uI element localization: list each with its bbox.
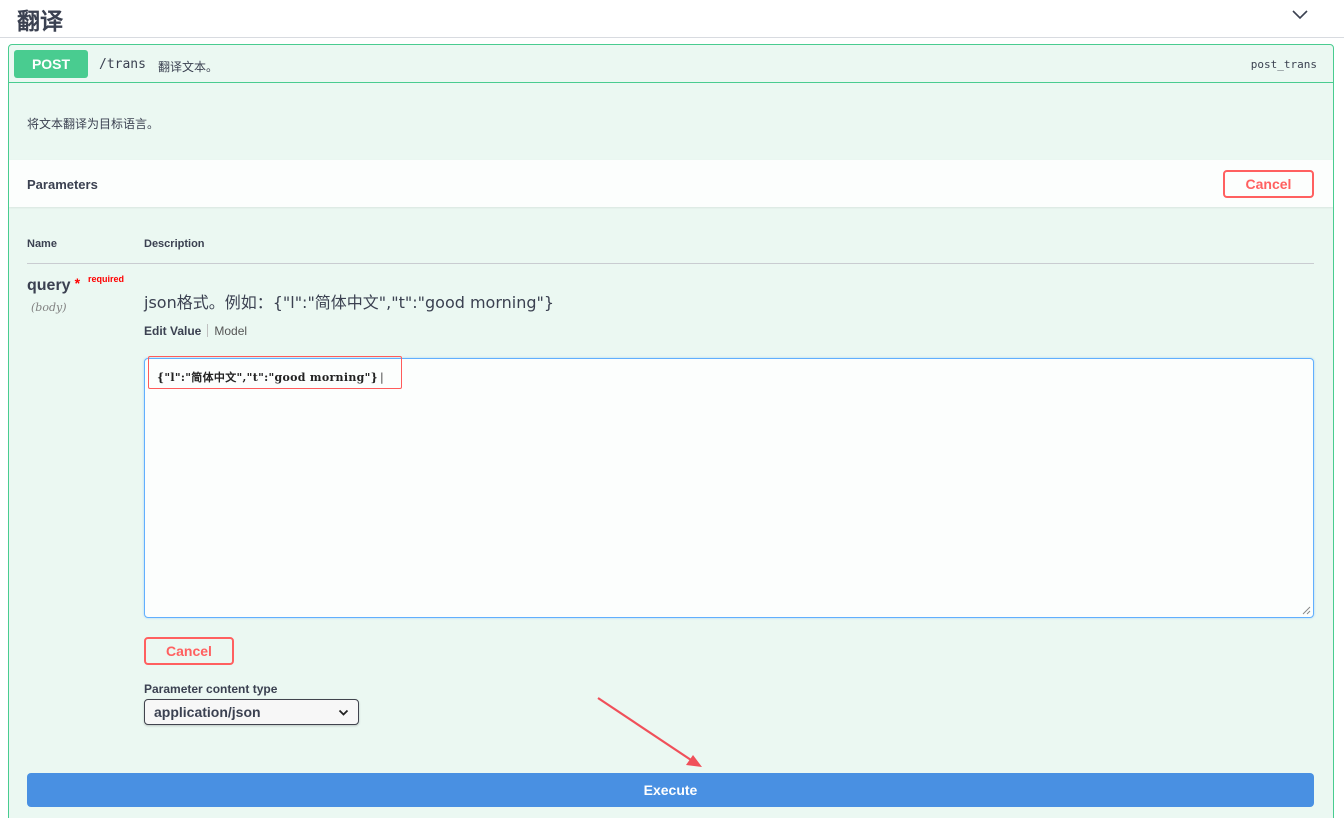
parameter-description: json格式。例如：{"l":"简体中文","t":"good morning"…: [144, 293, 555, 312]
content-type-selected-value: application/json: [154, 704, 261, 720]
operation-description: 将文本翻译为目标语言。: [27, 117, 160, 131]
operation-id: post_trans: [1250, 58, 1317, 71]
annotation-arrow-icon: [597, 697, 702, 767]
chevron-down-icon: [338, 709, 349, 716]
chevron-down-icon[interactable]: [1289, 6, 1311, 24]
request-body-textarea[interactable]: {"l":"简体中文","t":"good morning"}: [144, 356, 1314, 618]
parameter-location: (body): [31, 301, 67, 314]
resize-handle-icon[interactable]: [1302, 606, 1311, 615]
request-body-value[interactable]: {"l":"简体中文","t":"good morning"}: [157, 369, 384, 385]
operation-summary[interactable]: POST /trans 翻译文本。 post_trans: [9, 45, 1333, 83]
tab-edit-value[interactable]: Edit Value: [144, 324, 201, 338]
content-type-select[interactable]: application/json: [144, 699, 359, 725]
method-badge: POST: [14, 50, 88, 78]
required-label: required: [88, 274, 125, 284]
column-divider: [27, 263, 1314, 264]
tab-model[interactable]: Model: [214, 324, 247, 338]
operation-summary-text: 翻译文本。: [158, 60, 219, 74]
execute-button[interactable]: Execute: [27, 773, 1314, 807]
parameter-name-text: query: [27, 277, 71, 294]
tab-divider: [207, 324, 209, 337]
try-out-cancel-button[interactable]: Cancel: [1223, 170, 1314, 198]
operation-block-post-trans: POST /trans 翻译文本。 post_trans 将文本翻译为目标语言。…: [8, 44, 1334, 818]
required-star: *: [74, 275, 81, 291]
parameter-name: query *: [27, 275, 80, 295]
column-header-name: Name: [27, 238, 57, 250]
column-header-description: Description: [144, 238, 205, 250]
tag-header[interactable]: 翻译: [0, 0, 1344, 38]
body-cancel-button[interactable]: Cancel: [144, 637, 234, 665]
tag-title: 翻译: [17, 9, 63, 35]
content-type-label: Parameter content type: [144, 682, 278, 696]
operation-path: /trans: [99, 57, 146, 72]
parameter-tabs: Edit Value Model: [144, 324, 247, 338]
parameters-header: Parameters Cancel: [9, 160, 1333, 207]
parameters-title: Parameters: [27, 177, 98, 192]
